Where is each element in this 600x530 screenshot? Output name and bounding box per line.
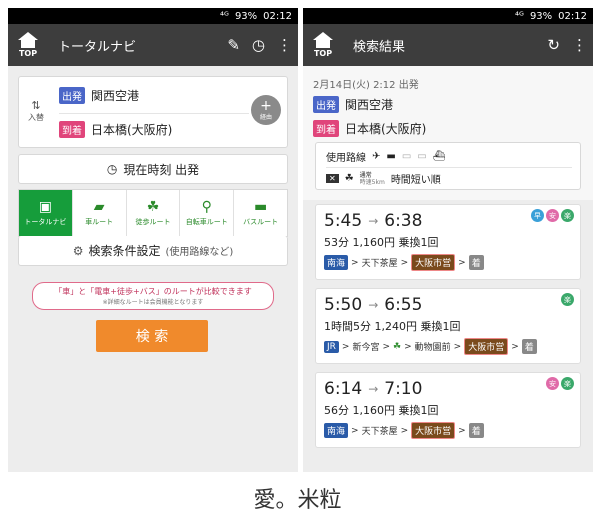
route-path: 南海 > 天下茶屋 > 大阪市営 > 着 [324, 254, 572, 271]
express-icon: ▭ [401, 151, 412, 162]
route-badges: 楽 [561, 293, 574, 306]
ticket-icon: ✕ [326, 174, 339, 183]
walk-icon: ☘ [344, 173, 354, 184]
top-home-button[interactable]: TOP [12, 24, 44, 66]
left-screen: ⁴ᴳ 93% 02:12 TOP トータルナビ ✎ ◷ ⋮ ⇅ 入替 出発 関西… [8, 8, 298, 472]
tab-car-route[interactable]: ▰ 車ルート [73, 190, 127, 236]
bicycle-icon: ⚲ [201, 198, 212, 215]
walk-icon: ☘ [146, 198, 160, 215]
departure-time: 6:14 [324, 379, 363, 399]
total-navi-icon: ▣ [38, 198, 53, 215]
clock: 02:12 [558, 10, 587, 22]
route-badges: 安 楽 [546, 377, 574, 390]
right-screen: ⁴ᴳ 93% 02:12 TOP 検索結果 ↻ ⋮ 2月14日(火) 2:12 … [303, 8, 593, 472]
signal-indicator: ⁴ᴳ [515, 10, 524, 22]
arrival-row: 到着 日本橋(大阪府) [313, 120, 426, 137]
time-setting-button[interactable]: ◷ 現在時刻 出発 [18, 154, 288, 184]
top-home-button[interactable]: TOP [307, 24, 339, 66]
plus-icon: + [260, 97, 272, 114]
more-menu-icon[interactable]: ⋮ [572, 36, 587, 54]
arrival-tag: 到着 [59, 121, 85, 138]
home-icon [18, 32, 38, 48]
departure-time: 5:50 [324, 295, 363, 315]
home-icon [313, 32, 333, 48]
plane-icon: ✈ [372, 151, 381, 162]
walk-icon: ☘ [393, 341, 402, 352]
more-menu-icon[interactable]: ⋮ [277, 36, 292, 54]
route-card-1[interactable]: 早 安 楽 5:45 → 6:38 53分 1,160円 乗換1回 南海 > 天… [315, 204, 581, 280]
route-card-3[interactable]: 安 楽 6:14 → 7:10 56分 1,160円 乗換1回 南海 > 天下茶… [315, 372, 581, 448]
search-button[interactable]: 検 索 [96, 320, 208, 352]
route-badges: 早 安 楽 [531, 209, 574, 222]
ship-icon: ⛴ [432, 151, 446, 162]
via-button[interactable]: + 経由 [251, 95, 281, 125]
tab-bus-route[interactable]: ▬ バスルート [234, 190, 287, 236]
arrival-time: 6:38 [384, 211, 423, 231]
page-title: 検索結果 [353, 39, 406, 55]
watermark-logo: 愛。米粒 [250, 474, 345, 522]
fast-badge: 早 [531, 209, 544, 222]
departure-tag: 出発 [59, 87, 85, 104]
easy-badge: 楽 [561, 293, 574, 306]
search-date: 2月14日(火) 2:12 出発 [313, 80, 419, 91]
notice-box: 「車」と「電車+徒歩+バス」のルートが比較できます ※詳細なルートは会員機能とな… [32, 282, 274, 310]
arrival-time: 6:55 [384, 295, 423, 315]
tab-bicycle-route[interactable]: ⚲ 自転車ルート [180, 190, 235, 236]
clock-icon: ◷ [106, 162, 118, 176]
app-bar: TOP 検索結果 ↻ ⋮ [303, 24, 593, 66]
swap-icon: ⇅ [31, 99, 41, 112]
bus-icon: ▬ [386, 151, 396, 162]
clock: 02:12 [263, 10, 292, 22]
cheap-badge: 安 [546, 209, 559, 222]
tab-total-navi[interactable]: ▣ トータルナビ [19, 190, 73, 236]
search-summary: 2月14日(火) 2:12 出発 出発 関西空港 到着 日本橋(大阪府) 使用路… [303, 66, 593, 200]
arrow-icon: → [368, 298, 379, 312]
route-card-2[interactable]: 楽 5:50 → 6:55 1時間5分 1,240円 乗換1回 JR > 新今宮… [315, 288, 581, 364]
arrival-field[interactable]: 到着 日本橋(大阪府) [59, 121, 172, 138]
easy-badge: 楽 [561, 209, 574, 222]
arrow-icon: → [368, 382, 379, 396]
route-summary: 1時間5分 1,240円 乗換1回 [324, 320, 461, 333]
page-title: トータルナビ [58, 39, 137, 55]
swap-button[interactable]: ⇅ 入替 [25, 99, 47, 123]
route-summary: 56分 1,160円 乗換1回 [324, 404, 439, 417]
departure-field[interactable]: 出発 関西空港 [59, 87, 139, 104]
app-bar: TOP トータルナビ ✎ ◷ ⋮ [8, 24, 298, 66]
car-icon: ▰ [93, 198, 105, 215]
bus-icon: ▬ [253, 198, 268, 215]
easy-badge: 楽 [561, 377, 574, 390]
route-path: JR > 新今宮 > ☘ > 動物園前 > 大阪市営 > 着 [324, 338, 572, 355]
arrival-station: 日本橋(大阪府) [91, 123, 173, 137]
tab-walk-route[interactable]: ☘ 徒歩ルート [127, 190, 181, 236]
search-options[interactable]: 使用路線 ✈ ▬ ▭ ▭ ⛴ ✕ ☘ 通常 時速5km 時間短い順 [315, 142, 581, 190]
mode-tabs: ▣ トータルナビ ▰ 車ルート ☘ 徒歩ルート ⚲ 自転車ルート ▬ バスルート [18, 189, 288, 237]
route-path: 南海 > 天下茶屋 > 大阪市営 > 着 [324, 422, 572, 439]
departure-row: 出発 関西空港 [313, 96, 393, 113]
departure-time: 5:45 [324, 211, 363, 231]
arrival-time: 7:10 [384, 379, 423, 399]
battery-level: 93% [529, 10, 553, 22]
search-settings-button[interactable]: ⚙ 検索条件設定 (使用路線など) [18, 236, 288, 266]
status-bar: ⁴ᴳ 93% 02:12 [8, 8, 298, 24]
memo-icon[interactable]: ✎ [227, 36, 240, 54]
cheap-badge: 安 [546, 377, 559, 390]
signal-indicator: ⁴ᴳ [220, 10, 229, 22]
station-input-card: ⇅ 入替 出発 関西空港 到着 日本橋(大阪府) + 経由 [18, 76, 288, 148]
train-icon: ▭ [417, 151, 427, 162]
sort-order: 時間短い順 [390, 175, 441, 186]
refresh-icon[interactable]: ↻ [547, 36, 560, 54]
arrow-icon: → [368, 214, 379, 228]
status-bar: ⁴ᴳ 93% 02:12 [303, 8, 593, 24]
route-summary: 53分 1,160円 乗換1回 [324, 236, 439, 249]
history-icon[interactable]: ◷ [252, 36, 265, 54]
departure-station: 関西空港 [91, 89, 140, 103]
gear-icon: ⚙ [72, 243, 84, 258]
battery-level: 93% [234, 10, 258, 22]
